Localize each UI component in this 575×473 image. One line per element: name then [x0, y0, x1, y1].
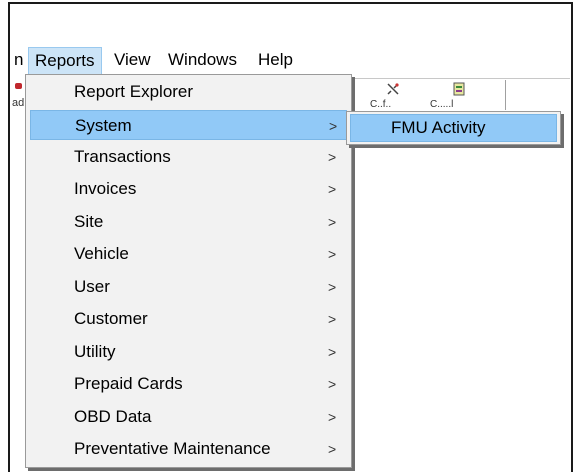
menu-item-system[interactable]: System > [30, 110, 347, 140]
menu-item-prepaid-cards[interactable]: Prepaid Cards > [30, 369, 347, 399]
menu-item-preventative-maintenance[interactable]: Preventative Maintenance > [30, 434, 347, 464]
menu-item-site[interactable]: Site > [30, 207, 347, 237]
chevron-right-icon: > [328, 149, 337, 165]
menu-item-label: Prepaid Cards [74, 374, 183, 393]
chevron-right-icon: > [328, 409, 337, 425]
chevron-right-icon: > [328, 279, 337, 295]
chevron-right-icon: > [328, 441, 337, 457]
menu-item-label: Transactions [74, 147, 171, 166]
menu-windows[interactable]: Windows [164, 47, 241, 75]
menu-item-label: OBD Data [74, 407, 152, 426]
menu-item-label: Invoices [74, 179, 137, 198]
menu-item-report-explorer[interactable]: Report Explorer [30, 77, 347, 107]
menu-item-obd-data[interactable]: OBD Data > [30, 402, 347, 432]
menu-item-utility[interactable]: Utility > [30, 337, 347, 367]
chevron-right-icon: > [328, 246, 337, 262]
chevron-right-icon: > [328, 214, 337, 230]
reports-dropdown-menu: Report Explorer System > Transactions > … [25, 74, 352, 468]
menu-item-label: User [74, 277, 110, 296]
record-icon [15, 83, 22, 89]
menu-view[interactable]: View [110, 47, 155, 75]
chevron-right-icon: > [328, 181, 337, 197]
toolbar-separator [505, 80, 506, 110]
menu-item-label: Utility [74, 342, 116, 361]
menu-item-label: Customer [74, 309, 148, 328]
system-submenu: FMU Activity [346, 111, 561, 145]
toolbar-left-label: ad [12, 97, 25, 109]
menu-item-fmu-activity[interactable]: FMU Activity [350, 114, 557, 142]
menu-item-customer[interactable]: Customer > [30, 304, 347, 334]
menu-item-label: Site [74, 212, 104, 231]
menu-bar: n Reports View Windows Help [10, 47, 570, 77]
menu-item-label: FMU Activity [391, 118, 486, 137]
toolbar-button-2-label: C.....l [430, 99, 454, 107]
menu-reports[interactable]: Reports [28, 47, 102, 75]
chevron-right-icon: > [328, 311, 337, 327]
report-icon [452, 82, 466, 99]
chevron-right-icon: > [329, 118, 338, 134]
menu-item-vehicle[interactable]: Vehicle > [30, 239, 347, 269]
menu-item-label: System [75, 116, 132, 135]
wrench-icon [386, 82, 400, 99]
menu-item-label: Report Explorer [74, 82, 194, 101]
menu-item-label: Vehicle [74, 244, 129, 263]
menu-help[interactable]: Help [254, 47, 297, 75]
menu-item-invoices[interactable]: Invoices > [30, 174, 347, 204]
menu-item-transactions[interactable]: Transactions > [30, 142, 347, 172]
menu-partial[interactable]: n [10, 47, 27, 75]
toolbar-left-button[interactable]: ad [12, 83, 26, 121]
chevron-right-icon: > [328, 344, 337, 360]
toolbar-button-1-label: C..f.. [370, 99, 392, 107]
toolbar-divider [352, 78, 570, 79]
menu-item-label: Preventative Maintenance [74, 439, 271, 458]
chevron-right-icon: > [328, 376, 337, 392]
menu-item-user[interactable]: User > [30, 272, 347, 302]
toolbar-separator [352, 80, 353, 110]
